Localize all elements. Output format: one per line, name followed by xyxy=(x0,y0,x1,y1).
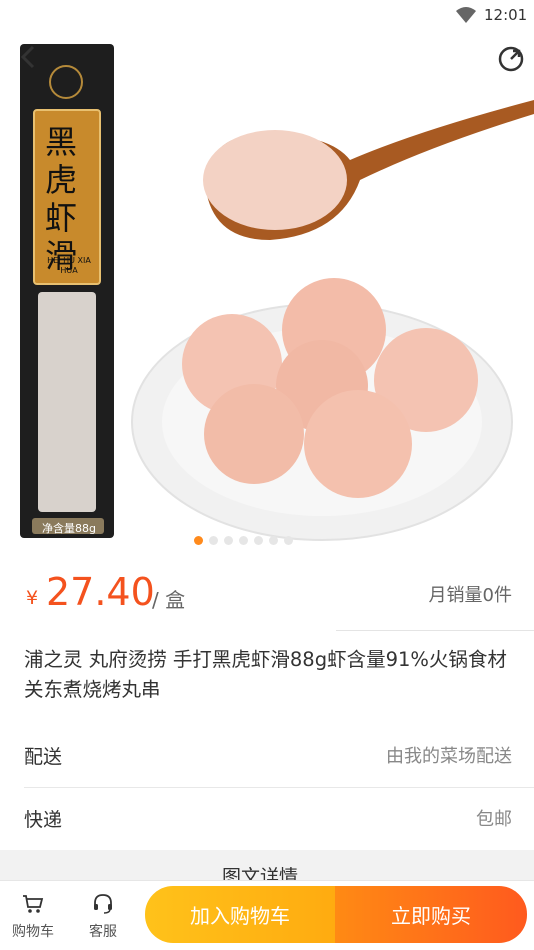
customer-service-tab[interactable]: 客服 xyxy=(73,881,133,950)
wifi-icon xyxy=(456,7,476,23)
gallery-indicator xyxy=(194,536,293,545)
back-arrow-icon xyxy=(20,45,35,69)
gallery-dot xyxy=(269,536,278,545)
price: 27.40 xyxy=(46,570,155,614)
gallery-dot xyxy=(224,536,233,545)
package-label-text: 黑虎虾滑 xyxy=(45,123,78,275)
package-pinyin: HEI HU XIA HUA xyxy=(47,256,91,275)
headset-icon xyxy=(94,894,112,914)
status-bar: 12:01 xyxy=(0,0,534,30)
price-unit: / 盒 xyxy=(152,588,186,612)
buy-now-button[interactable]: 立即购买 xyxy=(335,886,527,943)
cart-tab[interactable]: 购物车 xyxy=(3,881,63,950)
gallery-dot xyxy=(194,536,203,545)
delivery-label: 配送 xyxy=(24,746,63,768)
product-image-gallery[interactable]: 黑虎虾滑 HEI HU XIA HUA 净含量88g xyxy=(0,30,534,550)
shipping-label: 快递 xyxy=(24,809,63,831)
product-title: 浦之灵 丸府烫捞 手打黑虎虾滑88g虾含量91%火锅食材关东煮烧烤丸串 xyxy=(24,648,507,701)
share-icon xyxy=(498,46,524,72)
share-button[interactable] xyxy=(496,44,526,74)
monthly-sales: 月销量0件 xyxy=(428,585,512,606)
cart-label: 购物车 xyxy=(12,924,54,940)
package-weight: 净含量88g xyxy=(42,522,96,535)
divider xyxy=(336,630,534,631)
cart-icon xyxy=(23,895,44,913)
status-time: 12:01 xyxy=(484,6,528,24)
gallery-dot xyxy=(284,536,293,545)
delivery-row[interactable]: 配送 由我的菜场配送 xyxy=(0,724,534,786)
currency-symbol: ¥ xyxy=(26,587,39,609)
gallery-dot xyxy=(239,536,248,545)
product-image xyxy=(20,44,534,541)
price-row: ¥ 27.40 / 盒 月销量0件 xyxy=(0,570,534,626)
delivery-value: 由我的菜场配送 xyxy=(386,746,512,767)
shipping-row[interactable]: 快递 包邮 xyxy=(0,787,534,849)
gallery-dot xyxy=(254,536,263,545)
bottom-action-bar: 购物车 客服 加入购物车 立即购买 xyxy=(0,880,534,950)
gallery-dot xyxy=(209,536,218,545)
service-label: 客服 xyxy=(89,924,117,940)
back-button[interactable] xyxy=(14,42,44,72)
add-to-cart-button[interactable]: 加入购物车 xyxy=(145,886,335,943)
shipping-value: 包邮 xyxy=(476,809,512,830)
